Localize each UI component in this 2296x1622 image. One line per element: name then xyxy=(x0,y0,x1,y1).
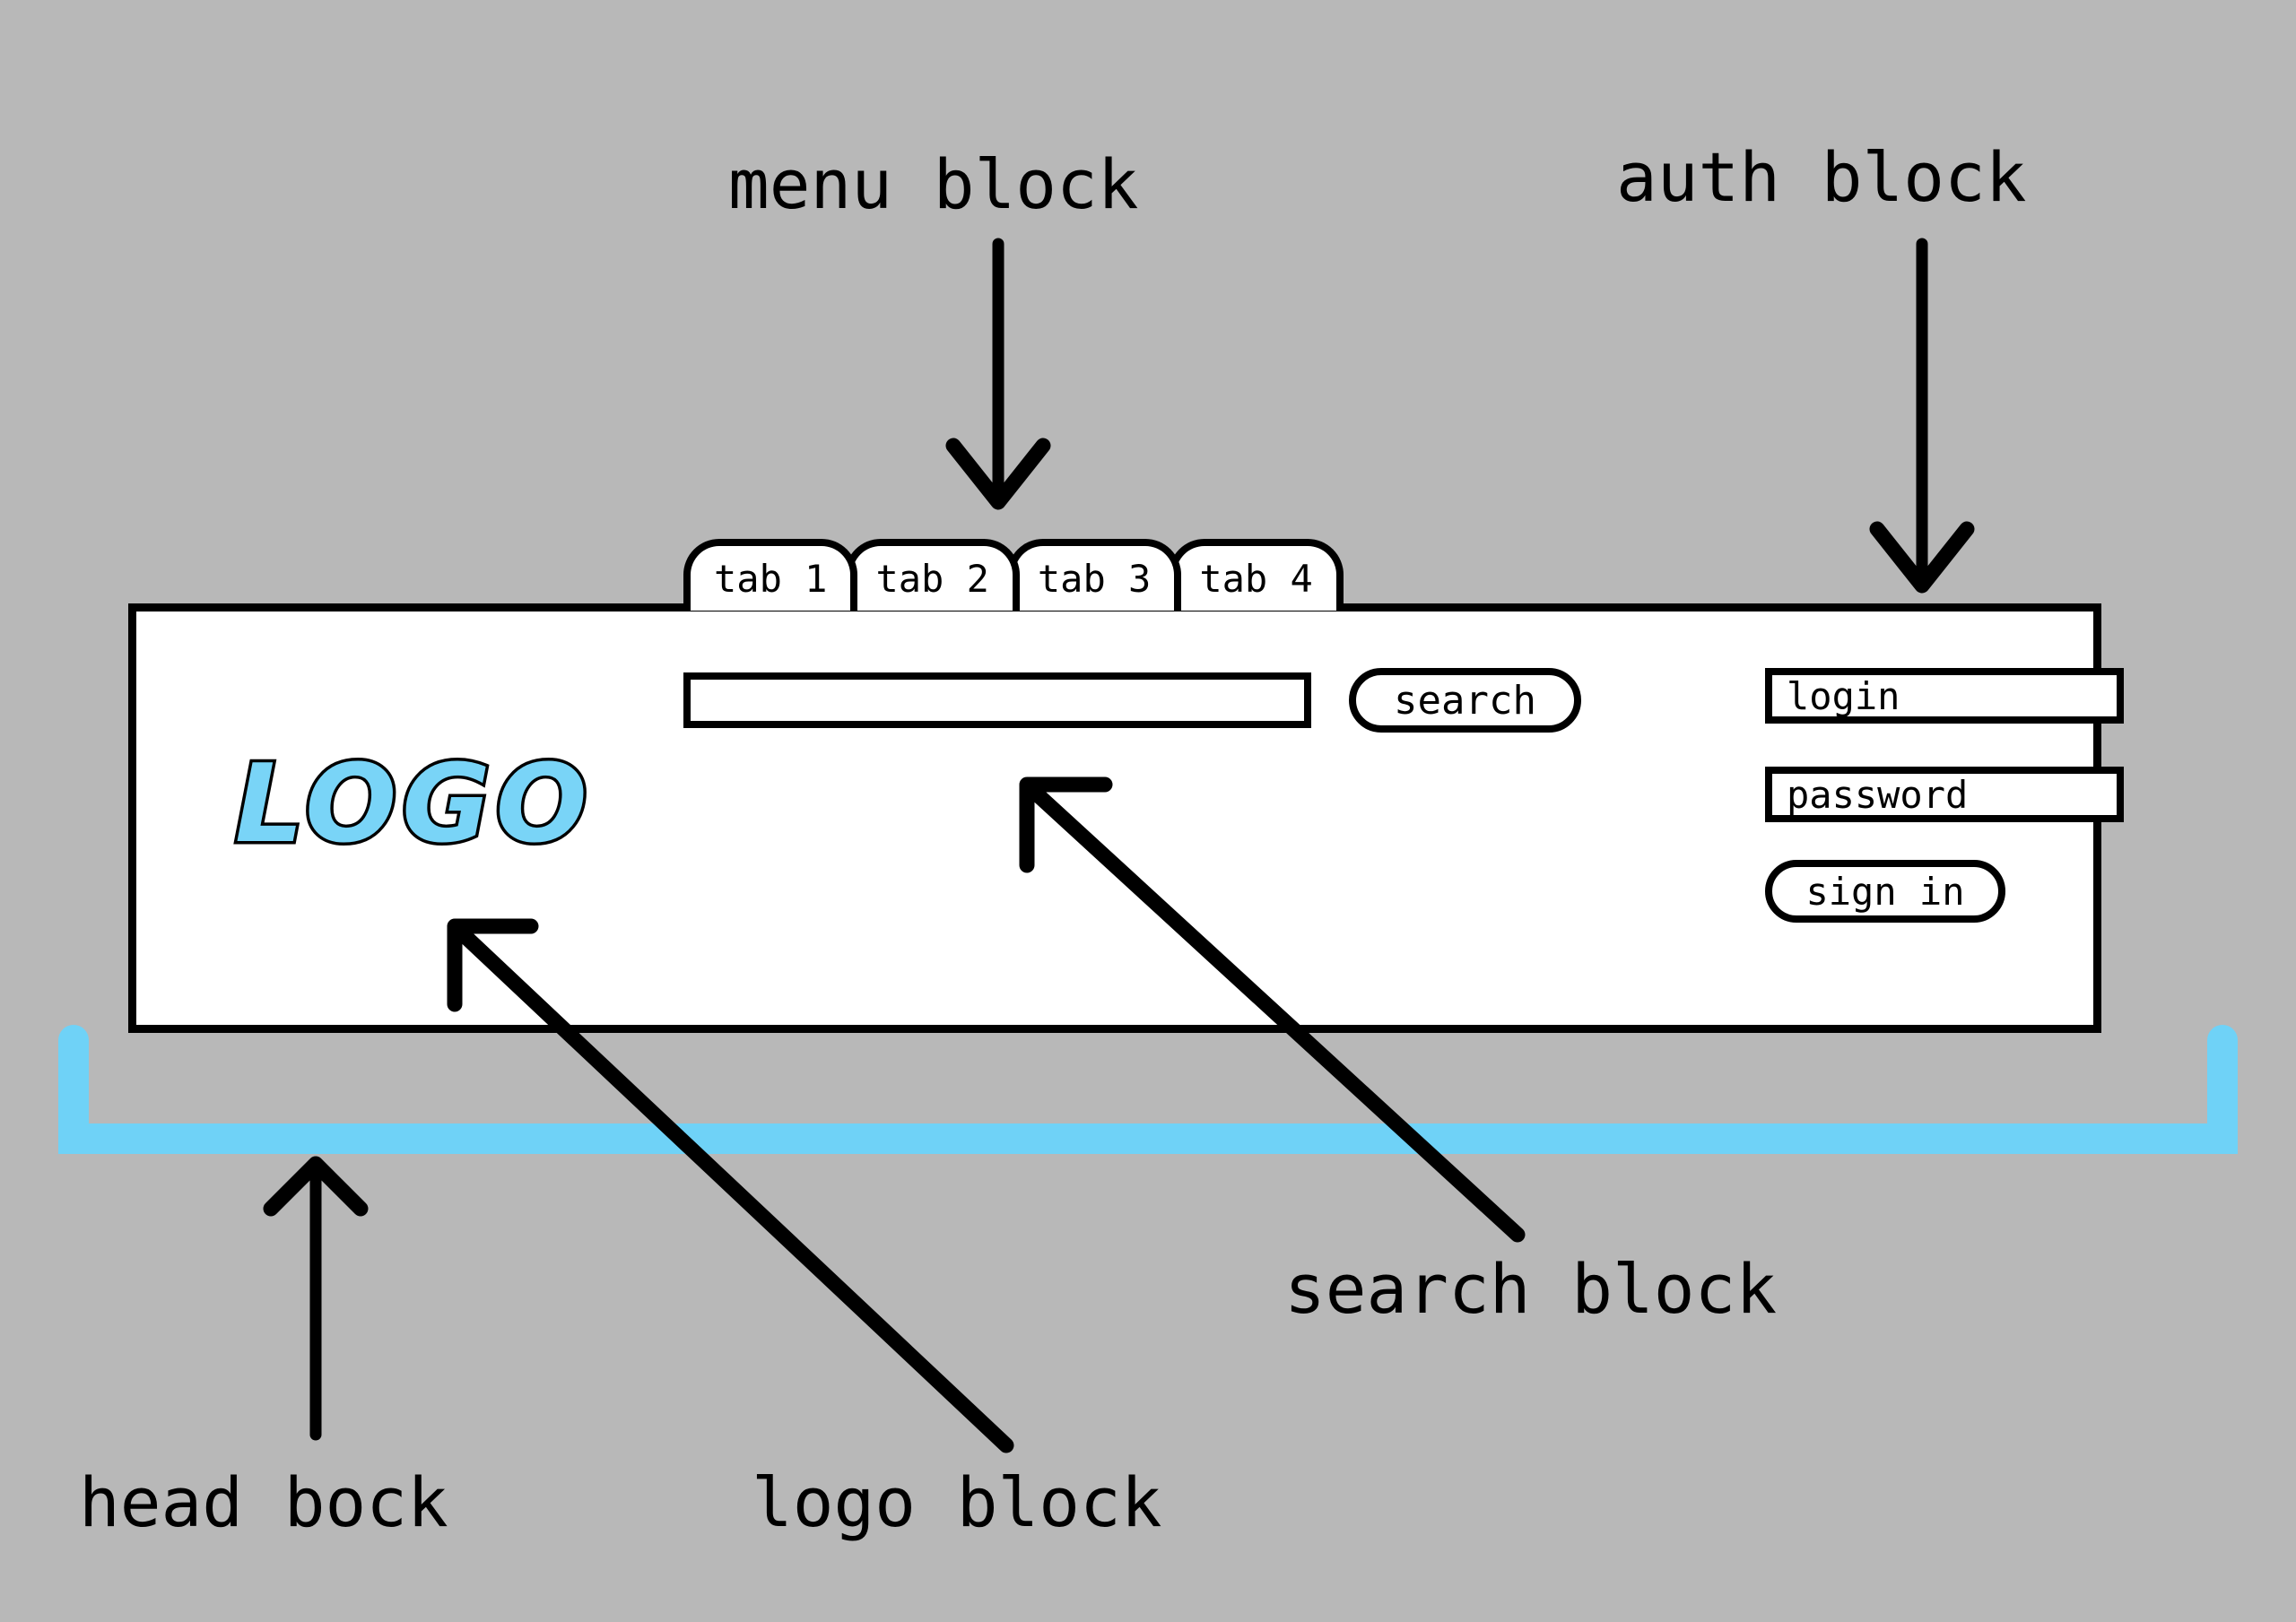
menu-block-tabs: tab 1 tab 2 tab 3 tab 4 xyxy=(683,539,1344,611)
arrow-menu-block xyxy=(945,238,1051,510)
password-field[interactable] xyxy=(1765,767,2124,822)
tab-4[interactable]: tab 4 xyxy=(1169,539,1344,611)
search-input[interactable] xyxy=(683,672,1311,728)
tab-1[interactable]: tab 1 xyxy=(683,539,858,611)
tab-3[interactable]: tab 3 xyxy=(1006,539,1182,611)
tab-2-label: tab 2 xyxy=(875,556,989,601)
auth-block: sign in xyxy=(1765,668,2124,923)
arrow-head-block xyxy=(263,1156,369,1441)
annotation-label-menu-block: menu block xyxy=(728,144,1139,224)
tab-4-label: tab 4 xyxy=(1199,556,1313,601)
head-block-bracket xyxy=(58,1025,2238,1154)
tab-2[interactable]: tab 2 xyxy=(845,539,1020,611)
tab-3-label: tab 3 xyxy=(1037,556,1152,601)
mockup-canvas: menu block auth block search block logo … xyxy=(0,0,2296,1622)
search-button[interactable]: search xyxy=(1349,668,1581,733)
annotation-label-search-block: search block xyxy=(1284,1249,1778,1329)
annotation-label-auth-block: auth block xyxy=(1616,137,2027,217)
annotation-label-head-bock: head bock xyxy=(79,1462,448,1542)
sign-in-button-label: sign in xyxy=(1805,869,1965,914)
login-field[interactable] xyxy=(1765,668,2124,724)
logo-block[interactable]: LOGO xyxy=(232,748,593,862)
tab-1-label: tab 1 xyxy=(714,556,828,601)
search-button-label: search xyxy=(1394,677,1536,724)
search-block: search xyxy=(683,668,1581,733)
arrow-auth-block xyxy=(1869,238,1975,594)
sign-in-button[interactable]: sign in xyxy=(1765,860,2005,923)
annotation-label-logo-block: logo block xyxy=(752,1462,1162,1542)
